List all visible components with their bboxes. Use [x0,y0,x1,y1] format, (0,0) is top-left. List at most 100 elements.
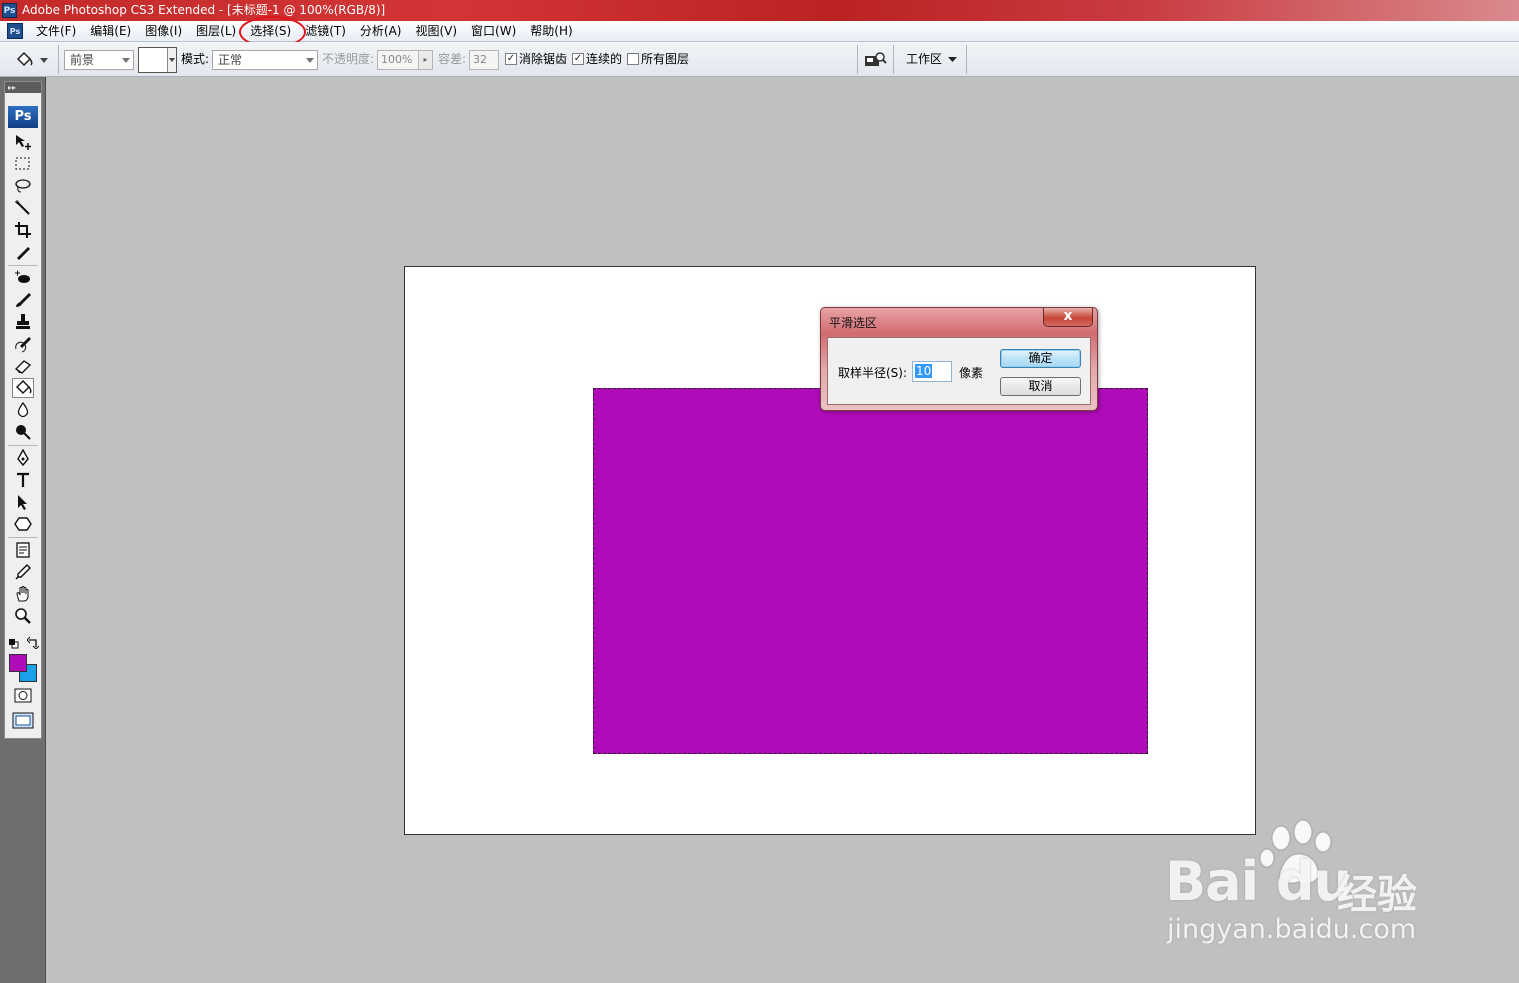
opacity-value: 100% [381,53,413,66]
quick-mask-button[interactable] [13,688,33,704]
cancel-button[interactable]: 取消 [1000,377,1081,396]
spot-healing-tool[interactable] [12,268,34,288]
sample-radius-label: 取样半径(S): [838,366,908,380]
dodge-tool[interactable] [12,422,34,442]
bridge-button[interactable] [863,50,887,70]
brush-tool[interactable] [12,290,34,310]
swap-colors-button[interactable] [26,636,40,650]
screen-mode-button[interactable] [12,712,36,730]
contiguous-label: 连续的 [586,52,623,66]
pen-icon [17,449,29,467]
eraser-tool[interactable] [12,356,34,376]
window-title: Adobe Photoshop CS3 Extended - [未标题-1 @ … [22,3,386,17]
slider-arrow-icon[interactable]: ▸ [418,51,432,69]
toolbox: ▸▸ Ps [4,81,42,739]
opacity-field[interactable]: 100% ▸ [377,50,433,70]
menu-select[interactable]: 选择(S) [239,15,307,48]
dodge-icon [16,425,31,440]
toolbox-grip[interactable]: ▸▸ [5,82,41,93]
paint-bucket-tool[interactable] [12,378,34,398]
blur-tool[interactable] [12,400,34,420]
zoom-tool[interactable] [12,606,34,626]
all-layers-checkbox[interactable] [627,53,639,65]
options-bar: 前景 模式: 正常 不透明度: 100% ▸ 容差: 32 ✓ 消除锯齿 ✓ 连… [0,42,1519,77]
tool-preset-picker[interactable] [10,49,50,71]
menu-window[interactable]: 窗口(W) [464,22,523,41]
lasso-tool[interactable] [12,176,34,196]
shape-tool[interactable] [12,514,34,534]
chevron-down-icon [167,48,176,72]
mode-select[interactable]: 正常 [212,50,318,70]
paw-icon [1259,819,1332,884]
antialias-checkbox[interactable]: ✓ [505,53,517,65]
move-tool[interactable] [12,132,34,152]
pen-tool[interactable] [12,448,34,468]
chevron-down-icon [947,56,957,62]
smooth-selection-dialog: 平滑选区 x 取样半径(S): 10 像素 确定 取消 [820,307,1098,411]
menu-filter[interactable]: 滤镜(T) [298,22,353,41]
workspace-menu[interactable]: 工作区 [906,50,957,67]
toolbox-divider [8,445,38,446]
workspace-label: 工作区 [906,52,943,66]
hand-icon [16,586,29,602]
fill-source-select[interactable]: 前景 [64,50,134,70]
contiguous-checkbox[interactable]: ✓ [572,53,584,65]
drop-icon [17,401,29,418]
watermark-brand: Bai du [1165,850,1352,913]
default-colors-icon [9,639,19,649]
sample-radius-value: 10 [915,364,933,378]
magic-wand-icon [15,200,30,215]
healing-brush-icon [15,270,30,283]
slice-tool[interactable] [12,242,34,262]
screen-mode-icon [12,712,34,729]
notes-tool[interactable] [12,540,34,560]
chevron-down-icon [306,58,314,63]
sample-radius-input[interactable]: 10 [912,361,952,382]
menu-view[interactable]: 视图(V) [408,22,464,41]
bridge-icon [865,52,887,66]
tolerance-value: 32 [473,53,487,66]
magnifier-icon [15,608,31,624]
type-tool[interactable] [12,470,34,490]
type-icon [17,472,29,487]
paint-bucket-icon [16,380,32,394]
hexagon-icon [14,517,32,531]
default-colors-button[interactable] [9,638,19,649]
ok-button[interactable]: 确定 [1000,349,1081,368]
close-button[interactable]: x [1043,308,1093,327]
tolerance-field[interactable]: 32 [469,50,499,70]
brush-icon [16,293,31,307]
ps-menu-icon[interactable]: Ps [7,23,23,39]
pattern-picker[interactable] [138,47,177,73]
lasso-icon [15,179,31,193]
foreground-color-swatch[interactable] [9,654,27,672]
history-brush-tool[interactable] [12,334,34,354]
marquee-icon [15,157,30,170]
unit-label: 像素 [959,366,984,380]
crop-tool[interactable] [12,220,34,240]
clone-stamp-tool[interactable] [12,312,34,332]
marquee-tool[interactable] [12,154,34,174]
options-divider [893,45,894,74]
filled-selection[interactable] [593,388,1148,754]
title-bar: Ps Adobe Photoshop CS3 Extended - [未标题-1… [0,0,1519,21]
menu-analysis[interactable]: 分析(A) [353,22,409,41]
menu-file[interactable]: 文件(F) [29,22,83,41]
note-icon [16,542,30,558]
menu-edit[interactable]: 编辑(E) [83,22,138,41]
menu-help[interactable]: 帮助(H) [523,22,579,41]
stamp-icon [16,314,30,329]
history-brush-icon [15,337,31,353]
chevron-down-icon [40,58,48,63]
opacity-label: 不透明度: [322,52,375,66]
menu-bar: Ps 文件(F) 编辑(E) 图像(I) 图层(L) 选择(S) 滤镜(T) 分… [0,15,1519,48]
magic-wand-tool[interactable] [12,198,34,218]
path-selection-tool[interactable] [12,492,34,512]
swap-arrow-icon [26,636,40,650]
fill-source-value: 前景 [70,53,95,67]
eyedropper-tool[interactable] [12,562,34,582]
hand-tool[interactable] [12,584,34,604]
menu-image[interactable]: 图像(I) [138,22,189,41]
paint-bucket-icon [16,51,33,67]
menu-layer[interactable]: 图层(L) [189,22,243,41]
